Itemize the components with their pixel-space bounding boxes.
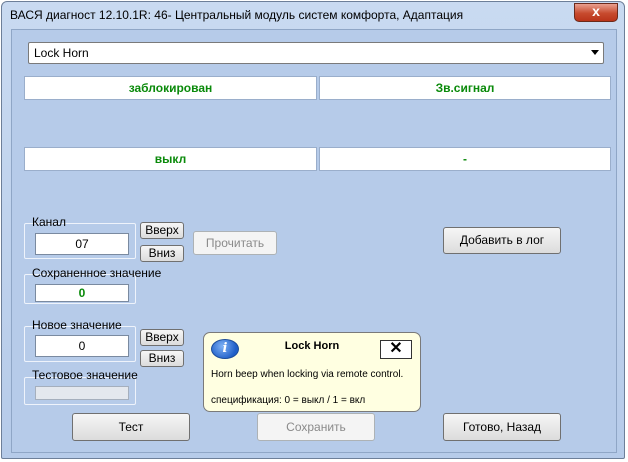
chevron-down-icon [591,50,599,55]
channel-up-button[interactable]: Вверх [140,222,184,239]
add-to-log-button[interactable]: Добавить в лог [443,227,561,254]
client-area: Lock Horn заблокирован Зв.сигнал выкл - … [11,29,617,453]
save-button[interactable]: Сохранить [257,413,375,441]
new-value-input[interactable]: 0 [35,335,129,357]
tooltip-description: Horn beep when locking via remote contro… [211,369,404,380]
title-bar: ВАСЯ диагност 12.10.1R: 46- Центральный … [2,2,624,28]
close-icon: x [592,3,600,19]
done-back-button[interactable]: Готово, Назад [443,413,561,441]
channel-dropdown[interactable]: Lock Horn [28,42,604,64]
test-value-field [35,386,129,400]
test-value-label: Тестовое значение [32,368,138,382]
read-button[interactable]: Прочитать [193,231,277,255]
saved-value-label: Сохраненное значение [32,266,162,280]
new-value-up-button[interactable]: Вверх [140,329,184,346]
grid-cell-unit: - [319,147,611,171]
channel-down-button[interactable]: Вниз [140,245,184,262]
saved-value-field: 0 [35,284,129,302]
channel-label: Канал [32,215,66,229]
grid-cell-value: выкл [24,147,317,171]
tooltip-spec: спецификация: 0 = выкл / 1 = вкл [211,395,366,406]
new-value-label: Новое значение [32,318,122,332]
tooltip-close-button[interactable]: ✕ [380,340,412,359]
channel-dropdown-value: Lock Horn [34,46,89,60]
grid-cell-function: Зв.сигнал [319,76,611,100]
info-tooltip: i Lock Horn ✕ Horn beep when locking via… [203,332,421,412]
grid-cell-status: заблокирован [24,76,317,100]
window-close-button[interactable]: x [574,3,618,22]
app-window: ВАСЯ диагност 12.10.1R: 46- Центральный … [1,1,625,459]
new-value-down-button[interactable]: Вниз [140,350,184,367]
window-title: ВАСЯ диагност 12.10.1R: 46- Центральный … [10,8,464,22]
channel-input[interactable]: 07 [35,233,129,255]
test-button[interactable]: Тест [72,413,190,441]
